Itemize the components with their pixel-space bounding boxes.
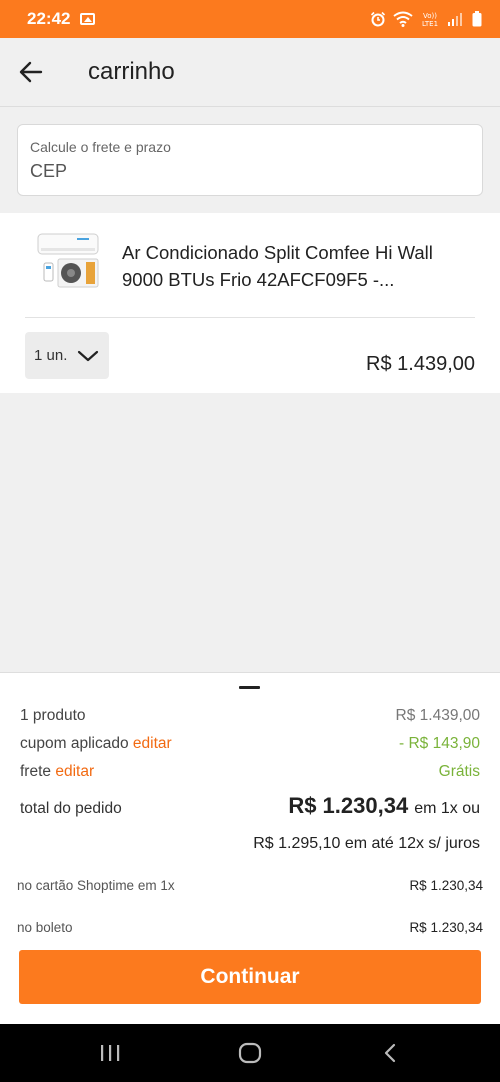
alarm-icon — [370, 11, 386, 27]
status-time: 22:42 — [27, 9, 71, 28]
shipping-row: frete editar Grátis — [20, 763, 480, 781]
home-button[interactable] — [210, 1024, 290, 1082]
back-icon — [384, 1043, 396, 1063]
boleto-row: no boleto R$ 1.230,34 — [17, 920, 483, 935]
card-label: no cartão Shoptime em 1x — [17, 878, 175, 893]
cep-card[interactable]: Calcule o frete e prazo — [17, 124, 483, 196]
app-header: carrinho — [0, 38, 500, 107]
boleto-label: no boleto — [17, 920, 73, 935]
total-suffix: em 1x ou — [414, 800, 480, 817]
volte-icon: Vo)) LTE1 — [422, 12, 438, 27]
status-icons: Vo)) LTE1 — [370, 11, 482, 27]
chevron-down-icon — [78, 350, 99, 361]
product-price: R$ 1.439,00 — [366, 353, 475, 375]
recent-apps-icon — [101, 1045, 120, 1061]
svg-text:Vo)): Vo)) — [423, 12, 437, 20]
shipping-label-wrap: frete editar — [20, 763, 94, 781]
card-payment-row: no cartão Shoptime em 1x R$ 1.230,34 — [17, 878, 483, 893]
product-image[interactable] — [35, 232, 101, 290]
shipping-label: frete — [20, 763, 52, 780]
coupon-label: cupom aplicado — [20, 735, 129, 752]
divider — [25, 317, 475, 318]
coupon-label-wrap: cupom aplicado editar — [20, 735, 172, 753]
gallery-icon — [80, 13, 96, 25]
quantity-select[interactable]: 1 un. — [25, 332, 109, 379]
page-title: carrinho — [88, 58, 175, 85]
total-row: total do pedido R$ 1.230,34 em 1x ou — [20, 793, 480, 819]
cep-label: Calcule o frete e prazo — [30, 139, 171, 155]
coupon-row: cupom aplicado editar - R$ 143,90 — [20, 735, 480, 753]
shipping-value: Grátis — [438, 763, 480, 780]
wifi-icon — [393, 11, 413, 27]
continue-button[interactable]: Continuar — [19, 950, 481, 1004]
cep-input[interactable] — [30, 161, 470, 182]
signal-icon — [448, 13, 462, 26]
total-value: R$ 1.230,34 — [288, 793, 409, 818]
boleto-value: R$ 1.230,34 — [409, 920, 483, 935]
card-value: R$ 1.230,34 — [409, 878, 483, 893]
coupon-value: - R$ 143,90 — [399, 735, 480, 752]
installments-text: R$ 1.295,10 em até 12x s/ juros — [253, 835, 480, 852]
products-label: 1 produto — [20, 707, 86, 724]
home-icon — [238, 1042, 262, 1064]
navigation-bar — [0, 1024, 500, 1082]
total-wrap: R$ 1.230,34 em 1x ou — [288, 793, 480, 819]
recent-apps-button[interactable] — [70, 1024, 150, 1082]
battery-icon — [472, 11, 482, 27]
back-button[interactable] — [5, 46, 57, 98]
products-row: 1 produto R$ 1.439,00 — [20, 707, 480, 725]
edit-shipping-link[interactable]: editar — [55, 763, 94, 780]
edit-coupon-link[interactable]: editar — [133, 735, 172, 752]
products-value: R$ 1.439,00 — [395, 707, 480, 724]
arrow-left-icon — [19, 61, 43, 83]
product-card: Ar Condicionado Split Comfee Hi Wall 900… — [0, 213, 500, 393]
product-name[interactable]: Ar Condicionado Split Comfee Hi Wall 900… — [122, 239, 462, 293]
status-bar: 22:42 Vo)) LTE1 — [0, 0, 500, 38]
quantity-value: 1 un. — [34, 347, 68, 364]
total-label: total do pedido — [20, 800, 122, 817]
drag-handle[interactable] — [239, 686, 260, 689]
system-back-button[interactable] — [350, 1024, 430, 1082]
svg-text:LTE1: LTE1 — [422, 20, 438, 27]
